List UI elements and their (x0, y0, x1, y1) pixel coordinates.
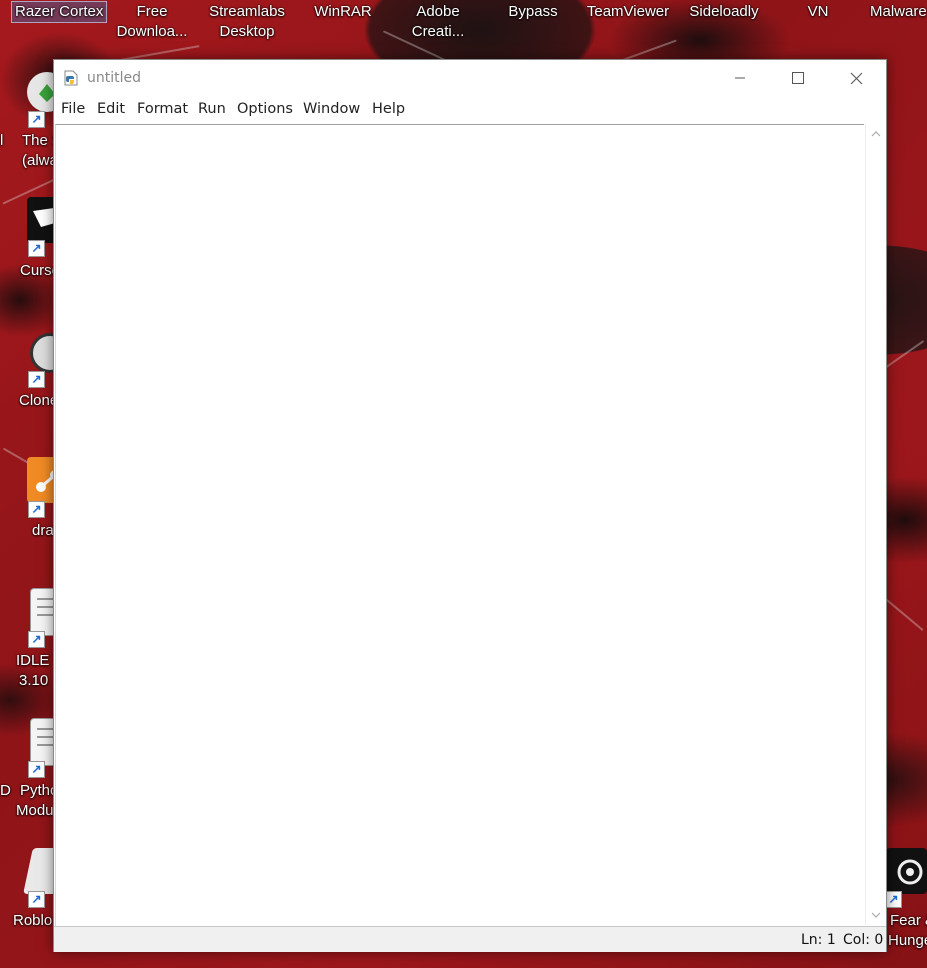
desktop-icon-label: 3.10 (19, 672, 49, 689)
minimize-button[interactable] (711, 60, 769, 96)
status-line-number: Ln: 1 (801, 932, 836, 948)
desktop-icon-vn[interactable]: VN (790, 2, 846, 22)
desktop-icon-free-download[interactable]: Free Downloa... (110, 2, 194, 42)
menu-edit[interactable]: Edit (97, 101, 125, 117)
scroll-up-arrow-icon[interactable] (870, 128, 882, 140)
shortcut-arrow-icon: ↗ (28, 631, 45, 648)
shortcut-arrow-icon: ↗ (28, 240, 45, 257)
shortcut-arrow-icon: ↗ (28, 761, 45, 778)
status-column-number: Col: 0 (843, 932, 884, 948)
shortcut-arrow-icon: ↗ (28, 891, 45, 908)
menu-window[interactable]: Window (303, 101, 360, 117)
maximize-icon (792, 72, 804, 84)
shortcut-arrow-icon: ↗ (885, 891, 902, 908)
close-button[interactable] (827, 60, 885, 96)
menu-options[interactable]: Options (237, 101, 293, 117)
desktop-icon-sideloadly[interactable]: Sideloadly (684, 2, 764, 22)
desktop-icon-winrar[interactable]: WinRAR (305, 2, 381, 22)
close-icon (850, 72, 862, 84)
desktop-icon-label: Modu (16, 802, 54, 819)
shortcut-arrow-icon: ↗ (28, 371, 45, 388)
menu-bar: File Edit Format Run Options Window Help (54, 97, 886, 123)
shortcut-arrow-icon: ↗ (28, 111, 45, 128)
shortcut-arrow-icon: ↗ (28, 501, 45, 518)
desktop-edge-label: D (0, 782, 11, 799)
menu-run[interactable]: Run (198, 101, 226, 117)
desktop-icon-razer-cortex[interactable]: Razer Cortex (10, 1, 108, 23)
scroll-down-arrow-icon[interactable] (870, 909, 882, 921)
app-icon (886, 848, 927, 894)
desktop-icon-label: Fear & (890, 912, 927, 929)
desktop-icon-label: dra (32, 522, 54, 539)
desktop-icon-adobe-creative[interactable]: Adobe Creati... (398, 2, 478, 42)
desktop-icon-teamviewer[interactable]: TeamViewer (584, 2, 672, 22)
maximize-button[interactable] (769, 60, 827, 96)
desktop-icon-bypass[interactable]: Bypass (495, 2, 571, 22)
code-editor-text-area[interactable] (55, 124, 864, 926)
title-bar[interactable]: untitled (54, 60, 886, 96)
desktop-icon-streamlabs[interactable]: Streamlabs Desktop (203, 2, 291, 42)
menu-format[interactable]: Format (137, 101, 188, 117)
desktop-icon-label: Hunge (888, 932, 927, 949)
window-title: untitled (87, 70, 142, 86)
vertical-scrollbar[interactable] (865, 124, 886, 925)
idle-editor-window[interactable]: untitled File Edit Format Run Options Wi… (53, 59, 887, 952)
menu-file[interactable]: File (61, 101, 85, 117)
status-bar: Ln: 1 Col: 0 (54, 926, 886, 952)
desktop-icon-malware[interactable]: Malware (870, 2, 927, 22)
python-file-icon (63, 70, 79, 86)
desktop-icon-label: Roblo (13, 912, 53, 929)
minimize-icon (735, 77, 745, 79)
desktop-edge-label: l (0, 132, 4, 149)
menu-help[interactable]: Help (372, 101, 405, 117)
